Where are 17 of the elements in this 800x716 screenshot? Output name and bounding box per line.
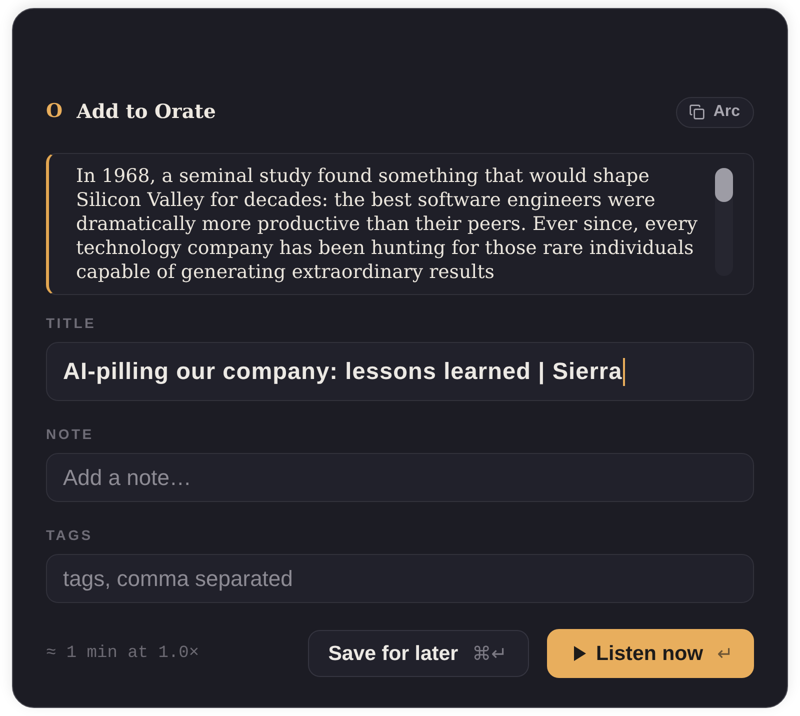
listen-now-button[interactable]: Listen now ↵ bbox=[547, 629, 754, 678]
title-field[interactable]: AI-pilling our company: lessons learned | Sierra bbox=[46, 342, 754, 401]
field-label: NOTE bbox=[46, 427, 95, 441]
copy-icon bbox=[689, 104, 706, 120]
field-label: TITLE bbox=[46, 316, 98, 330]
field-label: TAGS bbox=[46, 528, 94, 542]
logo: O bbox=[46, 102, 63, 122]
source-button[interactable]: Arc bbox=[676, 96, 754, 128]
save-for-later-button[interactable]: Save for later ⌘↵ bbox=[308, 630, 530, 677]
duration-estimate: ≈ 1 min at 1.0× bbox=[46, 644, 200, 663]
input-field[interactable]: tags, comma separated bbox=[46, 554, 754, 603]
dialog-title: Add to Orate bbox=[76, 100, 216, 124]
scrollbar-track[interactable] bbox=[715, 168, 733, 276]
excerpt-text: In 1968, a seminal study found something that would shape Silicon Valley for decades: the best software engineers were dramatically more productive than their peers. Ever since, every technology company has been hunting for those rare individuals capable of generating extraordinary results bbox=[76, 164, 699, 284]
scrollbar-thumb[interactable] bbox=[715, 168, 733, 202]
play-icon bbox=[574, 646, 586, 661]
input-field[interactable]: Add a note… bbox=[46, 453, 754, 502]
